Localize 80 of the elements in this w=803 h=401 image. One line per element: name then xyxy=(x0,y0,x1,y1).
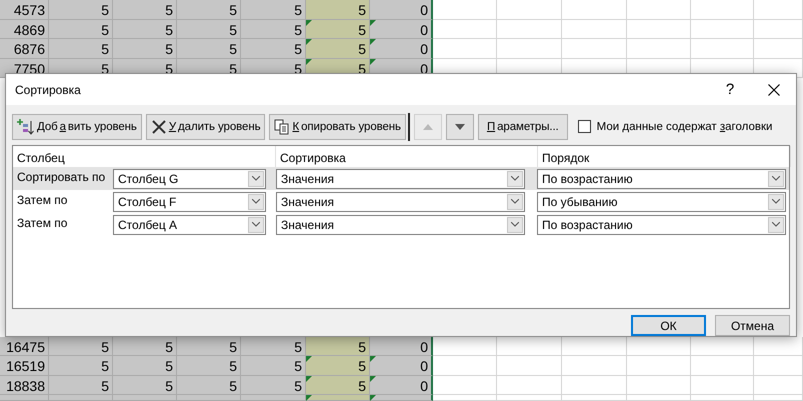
table-cell: 5 xyxy=(241,20,306,39)
table-cell: 5 xyxy=(177,356,241,376)
table-cell: 5 xyxy=(113,356,177,376)
table-cell: 0 xyxy=(370,336,433,356)
chevron-down-icon xyxy=(511,222,519,227)
table-cell: 0 xyxy=(370,39,433,58)
table-cell: 5 xyxy=(113,20,177,39)
table-cell: 5 xyxy=(241,0,306,20)
table-cell: 5 xyxy=(241,39,306,58)
level-label: Затем по xyxy=(16,215,68,230)
table-cell: 5 xyxy=(306,336,370,356)
order-dropdown[interactable]: По возрастанию xyxy=(537,214,786,234)
table-cell: 16519 xyxy=(0,356,49,376)
level-label: Сортировать по xyxy=(16,169,106,184)
cancel-button[interactable]: Отмена xyxy=(715,315,790,336)
column-dropdown[interactable]: Столбец F xyxy=(113,192,266,212)
table-cell: 5 xyxy=(177,39,241,58)
table-cell: 5 xyxy=(113,39,177,58)
chevron-down-icon xyxy=(772,199,780,204)
table-cell: 5 xyxy=(306,20,370,39)
help-button[interactable]: ? xyxy=(708,74,752,105)
table-cell: 5 xyxy=(306,39,370,58)
table-cell: 5 xyxy=(177,376,241,395)
chevron-down-icon xyxy=(252,176,260,181)
order-dropdown[interactable]: По убыванию xyxy=(537,192,786,212)
chevron-down-icon xyxy=(511,176,519,181)
down-arrow-icon xyxy=(454,124,465,130)
column-dropdown[interactable]: Столбец A xyxy=(113,214,266,234)
copy-level-button[interactable]: К опировать уровень xyxy=(269,114,406,140)
column-dropdown[interactable]: Столбец G xyxy=(113,168,266,188)
up-arrow-icon xyxy=(422,124,433,130)
table-cell: 4573 xyxy=(0,0,49,20)
delete-level-button[interactable]: У далить уровень xyxy=(146,114,266,140)
table-cell: 5 xyxy=(49,336,113,356)
chevron-down-icon xyxy=(252,222,260,227)
chevron-down-icon xyxy=(772,222,780,227)
sort-on-dropdown[interactable]: Значения xyxy=(276,214,525,234)
table-cell: 0 xyxy=(370,0,433,20)
table-cell: 6876 xyxy=(0,39,49,58)
table-cell: 5 xyxy=(241,356,306,376)
table-cell: 4869 xyxy=(0,20,49,39)
table-cell: 5 xyxy=(241,376,306,395)
move-down-button[interactable] xyxy=(446,114,474,140)
chevron-down-icon xyxy=(252,199,260,204)
sort-on-dropdown[interactable]: Значения xyxy=(276,168,525,188)
chevron-down-icon xyxy=(772,176,780,181)
table-cell: 5 xyxy=(177,336,241,356)
sort-level-row[interactable]: Сортировать по Столбец G Значения По возрастанию xyxy=(13,167,789,190)
dialog-title: Сортировка xyxy=(15,82,82,96)
close-icon xyxy=(150,118,167,134)
table-cell: 5 xyxy=(241,336,306,356)
table-cell: 5 xyxy=(49,20,113,39)
order-dropdown[interactable]: По возрастанию xyxy=(537,168,786,188)
table-cell: 18838 xyxy=(0,376,49,395)
options-button[interactable]: П араметры... xyxy=(478,114,568,140)
table-cell: 0 xyxy=(370,20,433,39)
sort-add-icon xyxy=(17,118,35,136)
table-cell: 5 xyxy=(177,0,241,20)
table-cell: 5 xyxy=(306,376,370,395)
table-cell: 16475 xyxy=(0,336,49,356)
table-cell: 5 xyxy=(113,336,177,356)
ok-button[interactable]: ОК xyxy=(631,315,706,336)
table-cell: 0 xyxy=(370,376,433,395)
table-cell: 0 xyxy=(370,356,433,376)
sort-on-dropdown[interactable]: Значения xyxy=(276,192,525,212)
table-cell: 5 xyxy=(177,20,241,39)
chevron-down-icon xyxy=(511,199,519,204)
add-level-button[interactable]: Доб а вить уровень xyxy=(12,114,142,140)
table-cell: 5 xyxy=(49,376,113,395)
headers-checkbox[interactable]: Мои данные содержат заголовки xyxy=(578,120,772,133)
level-label: Затем по xyxy=(16,192,68,207)
table-cell: 5 xyxy=(49,356,113,376)
copy-icon xyxy=(274,118,290,134)
table-cell: 5 xyxy=(306,356,370,376)
table-cell: 5 xyxy=(306,0,370,20)
table-cell: 5 xyxy=(113,376,177,395)
table-cell: 5 xyxy=(49,39,113,58)
table-cell: 5 xyxy=(113,0,177,20)
close-icon xyxy=(768,84,780,96)
table-cell: 5 xyxy=(49,0,113,20)
